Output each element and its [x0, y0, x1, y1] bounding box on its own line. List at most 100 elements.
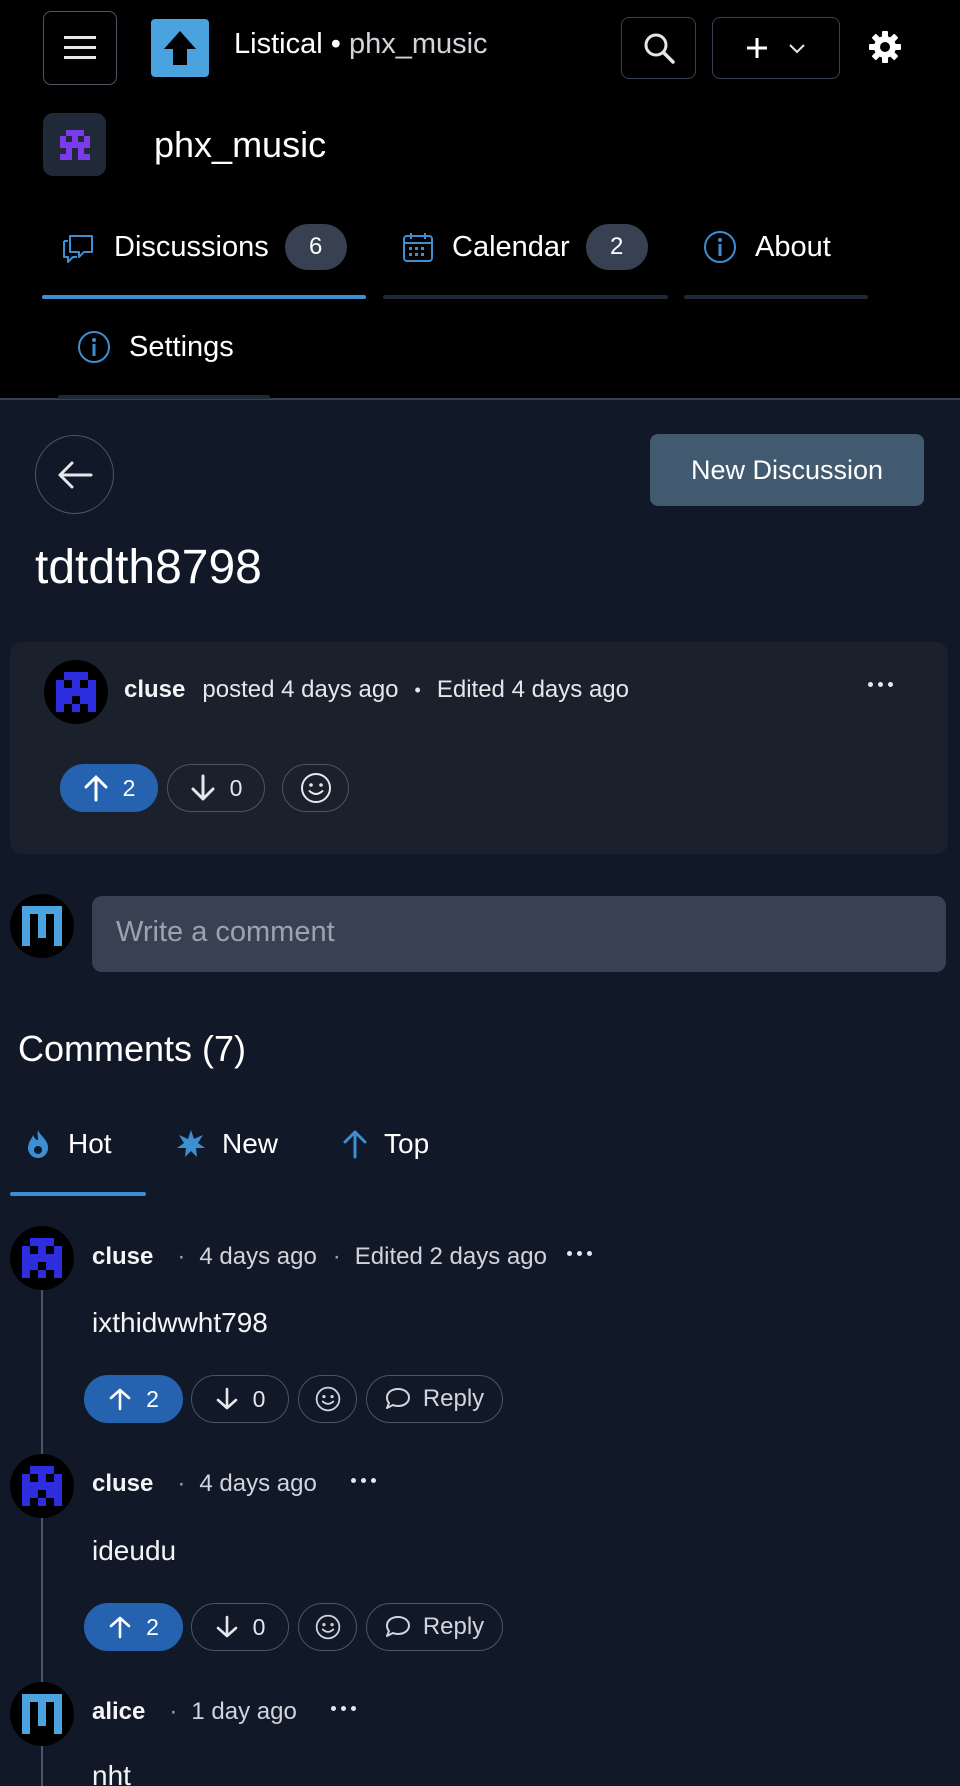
downvote-button[interactable]: 0 — [191, 1603, 289, 1651]
downvote-button[interactable]: 0 — [167, 764, 265, 812]
author-name[interactable]: alice — [92, 1698, 145, 1726]
info-icon — [704, 231, 736, 263]
identicon — [22, 1238, 62, 1278]
more-options-button[interactable] — [330, 1705, 356, 1711]
smiley-icon — [315, 1386, 340, 1412]
create-menu-button[interactable] — [712, 17, 840, 79]
arrow-up-icon — [109, 1388, 131, 1411]
tab-calendar[interactable]: Calendar 2 — [402, 224, 648, 270]
search-icon — [644, 33, 675, 64]
reply-button[interactable]: Reply — [366, 1375, 503, 1423]
upvote-button[interactable]: 2 — [60, 764, 158, 812]
comment-time: 4 days ago — [199, 1470, 317, 1497]
sort-tab-label: Hot — [68, 1128, 112, 1159]
more-options-button[interactable] — [350, 1477, 376, 1483]
comment-input[interactable] — [92, 896, 946, 972]
tab-indicator — [58, 395, 270, 399]
forum-identicon — [59, 129, 90, 160]
author-name[interactable]: cluse — [92, 1243, 153, 1271]
identicon — [56, 672, 96, 712]
sort-tab-new[interactable]: New — [176, 1128, 278, 1160]
emoji-reaction-button[interactable] — [298, 1375, 357, 1423]
identicon — [22, 906, 62, 946]
comment-body: ideudu — [92, 1535, 177, 1566]
top-header: Listical • phx_music phx_music Discussio… — [0, 0, 960, 400]
arrow-down-icon — [216, 1615, 237, 1638]
upvote-count: 2 — [122, 774, 136, 801]
tab-label: About — [755, 230, 831, 263]
tab-settings[interactable]: Settings — [77, 330, 234, 364]
arrow-down-icon — [191, 774, 215, 801]
avatar[interactable] — [44, 660, 108, 724]
avatar[interactable] — [10, 1682, 74, 1746]
comment-meta: cluse · 4 days ago · Edited 2 days ago — [92, 1243, 592, 1271]
app-logo[interactable] — [151, 19, 209, 77]
arrow-up-icon — [109, 1616, 131, 1639]
identicon — [22, 1466, 62, 1506]
avatar[interactable] — [10, 1454, 74, 1518]
upvote-button[interactable]: 2 — [84, 1375, 183, 1423]
emoji-reaction-button[interactable] — [282, 764, 349, 812]
posted-time: posted 4 days ago — [202, 676, 399, 703]
info-icon — [78, 331, 110, 363]
tab-indicator-active — [42, 295, 366, 299]
upvote-count: 2 — [146, 1385, 159, 1412]
comment-meta: alice · 1 day ago — [92, 1698, 356, 1726]
smiley-icon — [300, 773, 331, 803]
reply-button[interactable]: Reply — [366, 1603, 503, 1651]
edited-time: Edited 2 days ago — [354, 1243, 547, 1270]
back-button[interactable] — [35, 435, 114, 514]
sort-tab-indicator — [10, 1192, 146, 1196]
sort-tab-top[interactable]: Top — [342, 1128, 429, 1160]
discussion-post-card: cluse posted 4 days ago • Edited 4 days … — [10, 642, 948, 854]
forum-avatar[interactable] — [43, 113, 106, 176]
count-badge: 2 — [585, 224, 648, 270]
more-options-button[interactable] — [566, 1250, 592, 1256]
gear-icon — [869, 31, 901, 63]
downvote-button[interactable]: 0 — [191, 1375, 289, 1423]
sort-tab-label: Top — [384, 1128, 430, 1159]
tab-indicator — [684, 295, 868, 299]
new-discussion-button[interactable]: New Discussion — [650, 434, 924, 506]
up-arrow-logo-icon — [164, 31, 196, 65]
arrow-down-icon — [216, 1387, 237, 1410]
comment-time: 1 day ago — [191, 1698, 297, 1725]
downvote-count: 0 — [252, 1613, 266, 1640]
downvote-count: 0 — [229, 774, 243, 801]
upvote-count: 2 — [146, 1613, 159, 1640]
search-button[interactable] — [621, 17, 696, 79]
post-meta: cluse posted 4 days ago • Edited 4 days … — [124, 676, 629, 704]
brand-name: Listical — [234, 28, 323, 60]
author-name[interactable]: cluse — [124, 676, 185, 704]
upvote-button[interactable]: 2 — [84, 1603, 183, 1651]
emoji-reaction-button[interactable] — [298, 1603, 357, 1651]
tab-label: Calendar — [452, 230, 570, 263]
comments-heading: Comments (7) — [18, 1028, 247, 1069]
tab-about[interactable]: About — [703, 230, 831, 264]
menu-button[interactable] — [43, 11, 117, 85]
brand-forum: phx_music — [348, 28, 488, 60]
sort-tab-hot[interactable]: Hot — [24, 1128, 112, 1160]
comment-body: nht — [92, 1760, 131, 1786]
speech-bubble-icon — [385, 1616, 410, 1637]
smiley-icon — [315, 1614, 340, 1640]
reply-label: Reply — [422, 1613, 485, 1640]
tab-discussions[interactable]: Discussions 6 — [60, 224, 347, 270]
discussion-title: tdtdth8798 — [35, 541, 262, 594]
flame-icon — [28, 1130, 48, 1158]
avatar[interactable] — [10, 1226, 74, 1290]
arrow-up-icon — [84, 775, 108, 802]
starburst-icon — [177, 1130, 205, 1157]
tab-indicator — [383, 295, 668, 299]
arrow-up-icon — [343, 1130, 367, 1159]
arrow-left-icon — [58, 461, 92, 488]
comment-body: ixthidwwht798 — [92, 1307, 268, 1338]
author-name[interactable]: cluse — [92, 1470, 153, 1498]
comment-meta: cluse · 4 days ago — [92, 1470, 376, 1498]
chevron-down-icon — [789, 44, 805, 54]
app-title[interactable]: Listical • phx_music — [234, 28, 488, 61]
current-user-avatar[interactable] — [10, 894, 74, 958]
more-options-button[interactable] — [868, 682, 893, 687]
identicon — [22, 1694, 62, 1734]
settings-gear-button[interactable] — [868, 30, 902, 64]
